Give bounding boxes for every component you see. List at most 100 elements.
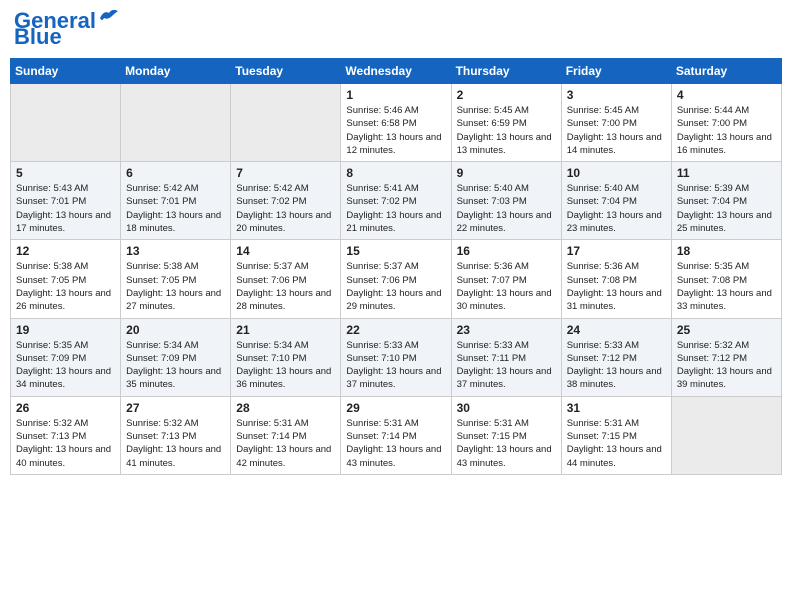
- page-header: General Blue: [10, 10, 782, 50]
- day-info: Sunrise: 5:31 AMSunset: 7:15 PMDaylight:…: [567, 417, 666, 470]
- calendar-cell: 10 Sunrise: 5:40 AMSunset: 7:04 PMDayligh…: [561, 162, 671, 240]
- day-number: 8: [346, 166, 445, 180]
- calendar-cell: 3 Sunrise: 5:45 AMSunset: 7:00 PMDaylight…: [561, 84, 671, 162]
- calendar-cell: 15 Sunrise: 5:37 AMSunset: 7:06 PMDayligh…: [341, 240, 451, 318]
- calendar-cell: 31 Sunrise: 5:31 AMSunset: 7:15 PMDayligh…: [561, 396, 671, 474]
- calendar-cell: 21 Sunrise: 5:34 AMSunset: 7:10 PMDayligh…: [231, 318, 341, 396]
- day-info: Sunrise: 5:33 AMSunset: 7:10 PMDaylight:…: [346, 339, 445, 392]
- day-number: 15: [346, 244, 445, 258]
- day-number: 26: [16, 401, 115, 415]
- day-info: Sunrise: 5:37 AMSunset: 7:06 PMDaylight:…: [346, 260, 445, 313]
- day-number: 3: [567, 88, 666, 102]
- weekday-header-tuesday: Tuesday: [231, 59, 341, 84]
- calendar-cell: 26 Sunrise: 5:32 AMSunset: 7:13 PMDayligh…: [11, 396, 121, 474]
- day-info: Sunrise: 5:38 AMSunset: 7:05 PMDaylight:…: [126, 260, 225, 313]
- calendar-week-row: 5 Sunrise: 5:43 AMSunset: 7:01 PMDaylight…: [11, 162, 782, 240]
- day-number: 1: [346, 88, 445, 102]
- calendar-cell: 16Sunrise: 5:36 AMSunset: 7:07 PMDayligh…: [451, 240, 561, 318]
- calendar-cell: 27Sunrise: 5:32 AMSunset: 7:13 PMDayligh…: [121, 396, 231, 474]
- calendar-header-row: SundayMondayTuesdayWednesdayThursdayFrid…: [11, 59, 782, 84]
- logo: General Blue: [14, 10, 120, 50]
- day-info: Sunrise: 5:32 AMSunset: 7:13 PMDaylight:…: [16, 417, 115, 470]
- calendar-cell: 1 Sunrise: 5:46 AMSunset: 6:58 PMDaylight…: [341, 84, 451, 162]
- weekday-header-monday: Monday: [121, 59, 231, 84]
- day-info: Sunrise: 5:42 AMSunset: 7:02 PMDaylight:…: [236, 182, 335, 235]
- day-info: Sunrise: 5:33 AMSunset: 7:11 PMDaylight:…: [457, 339, 556, 392]
- logo-bird-icon: [98, 8, 120, 26]
- day-number: 13: [126, 244, 225, 258]
- weekday-header-friday: Friday: [561, 59, 671, 84]
- calendar-cell: 11 Sunrise: 5:39 AMSunset: 7:04 PMDayligh…: [671, 162, 781, 240]
- calendar-cell: 24Sunrise: 5:33 AMSunset: 7:12 PMDayligh…: [561, 318, 671, 396]
- calendar-cell: 20 Sunrise: 5:34 AMSunset: 7:09 PMDayligh…: [121, 318, 231, 396]
- day-info: Sunrise: 5:34 AMSunset: 7:09 PMDaylight:…: [126, 339, 225, 392]
- day-info: Sunrise: 5:37 AMSunset: 7:06 PMDaylight:…: [236, 260, 335, 313]
- day-number: 30: [457, 401, 556, 415]
- day-number: 23: [457, 323, 556, 337]
- day-info: Sunrise: 5:41 AMSunset: 7:02 PMDaylight:…: [346, 182, 445, 235]
- day-number: 28: [236, 401, 335, 415]
- day-number: 24: [567, 323, 666, 337]
- day-info: Sunrise: 5:40 AMSunset: 7:04 PMDaylight:…: [567, 182, 666, 235]
- calendar-cell: 19 Sunrise: 5:35 AMSunset: 7:09 PMDayligh…: [11, 318, 121, 396]
- calendar-cell: 17Sunrise: 5:36 AMSunset: 7:08 PMDayligh…: [561, 240, 671, 318]
- day-info: Sunrise: 5:40 AMSunset: 7:03 PMDaylight:…: [457, 182, 556, 235]
- day-number: 9: [457, 166, 556, 180]
- calendar-cell: 13 Sunrise: 5:38 AMSunset: 7:05 PMDayligh…: [121, 240, 231, 318]
- day-info: Sunrise: 5:31 AMSunset: 7:14 PMDaylight:…: [346, 417, 445, 470]
- calendar-cell: 6Sunrise: 5:42 AMSunset: 7:01 PMDaylight…: [121, 162, 231, 240]
- calendar-cell: [231, 84, 341, 162]
- day-info: Sunrise: 5:34 AMSunset: 7:10 PMDaylight:…: [236, 339, 335, 392]
- day-number: 2: [457, 88, 556, 102]
- day-number: 19: [16, 323, 115, 337]
- day-info: Sunrise: 5:35 AMSunset: 7:09 PMDaylight:…: [16, 339, 115, 392]
- day-info: Sunrise: 5:31 AMSunset: 7:14 PMDaylight:…: [236, 417, 335, 470]
- day-info: Sunrise: 5:39 AMSunset: 7:04 PMDaylight:…: [677, 182, 776, 235]
- day-info: Sunrise: 5:38 AMSunset: 7:05 PMDaylight:…: [16, 260, 115, 313]
- calendar-week-row: 19 Sunrise: 5:35 AMSunset: 7:09 PMDayligh…: [11, 318, 782, 396]
- day-number: 5: [16, 166, 115, 180]
- calendar-cell: 22Sunrise: 5:33 AMSunset: 7:10 PMDayligh…: [341, 318, 451, 396]
- day-number: 25: [677, 323, 776, 337]
- day-number: 11: [677, 166, 776, 180]
- day-number: 18: [677, 244, 776, 258]
- day-number: 10: [567, 166, 666, 180]
- calendar-cell: 7 Sunrise: 5:42 AMSunset: 7:02 PMDaylight…: [231, 162, 341, 240]
- calendar-cell: 25 Sunrise: 5:32 AMSunset: 7:12 PMDayligh…: [671, 318, 781, 396]
- day-number: 27: [126, 401, 225, 415]
- calendar-cell: 14 Sunrise: 5:37 AMSunset: 7:06 PMDayligh…: [231, 240, 341, 318]
- weekday-header-sunday: Sunday: [11, 59, 121, 84]
- day-info: Sunrise: 5:32 AMSunset: 7:12 PMDaylight:…: [677, 339, 776, 392]
- calendar-cell: 5 Sunrise: 5:43 AMSunset: 7:01 PMDaylight…: [11, 162, 121, 240]
- calendar-cell: 12 Sunrise: 5:38 AMSunset: 7:05 PMDayligh…: [11, 240, 121, 318]
- weekday-header-saturday: Saturday: [671, 59, 781, 84]
- calendar-cell: 8 Sunrise: 5:41 AMSunset: 7:02 PMDaylight…: [341, 162, 451, 240]
- day-number: 29: [346, 401, 445, 415]
- day-info: Sunrise: 5:43 AMSunset: 7:01 PMDaylight:…: [16, 182, 115, 235]
- day-info: Sunrise: 5:36 AMSunset: 7:07 PMDaylight:…: [457, 260, 556, 313]
- calendar-cell: 30 Sunrise: 5:31 AMSunset: 7:15 PMDayligh…: [451, 396, 561, 474]
- calendar-cell: [11, 84, 121, 162]
- day-info: Sunrise: 5:42 AMSunset: 7:01 PMDaylight:…: [126, 182, 225, 235]
- weekday-header-thursday: Thursday: [451, 59, 561, 84]
- calendar-cell: 4Sunrise: 5:44 AMSunset: 7:00 PMDaylight…: [671, 84, 781, 162]
- calendar-cell: 9 Sunrise: 5:40 AMSunset: 7:03 PMDaylight…: [451, 162, 561, 240]
- day-number: 7: [236, 166, 335, 180]
- day-number: 4: [677, 88, 776, 102]
- calendar-table: SundayMondayTuesdayWednesdayThursdayFrid…: [10, 58, 782, 475]
- day-info: Sunrise: 5:35 AMSunset: 7:08 PMDaylight:…: [677, 260, 776, 313]
- day-number: 12: [16, 244, 115, 258]
- day-info: Sunrise: 5:31 AMSunset: 7:15 PMDaylight:…: [457, 417, 556, 470]
- day-number: 20: [126, 323, 225, 337]
- day-number: 31: [567, 401, 666, 415]
- calendar-cell: 28 Sunrise: 5:31 AMSunset: 7:14 PMDayligh…: [231, 396, 341, 474]
- day-info: Sunrise: 5:45 AMSunset: 6:59 PMDaylight:…: [457, 104, 556, 157]
- day-info: Sunrise: 5:45 AMSunset: 7:00 PMDaylight:…: [567, 104, 666, 157]
- calendar-week-row: 26 Sunrise: 5:32 AMSunset: 7:13 PMDayligh…: [11, 396, 782, 474]
- calendar-cell: 29 Sunrise: 5:31 AMSunset: 7:14 PMDayligh…: [341, 396, 451, 474]
- day-number: 21: [236, 323, 335, 337]
- day-info: Sunrise: 5:46 AMSunset: 6:58 PMDaylight:…: [346, 104, 445, 157]
- day-info: Sunrise: 5:36 AMSunset: 7:08 PMDaylight:…: [567, 260, 666, 313]
- day-number: 14: [236, 244, 335, 258]
- calendar-cell: 18 Sunrise: 5:35 AMSunset: 7:08 PMDayligh…: [671, 240, 781, 318]
